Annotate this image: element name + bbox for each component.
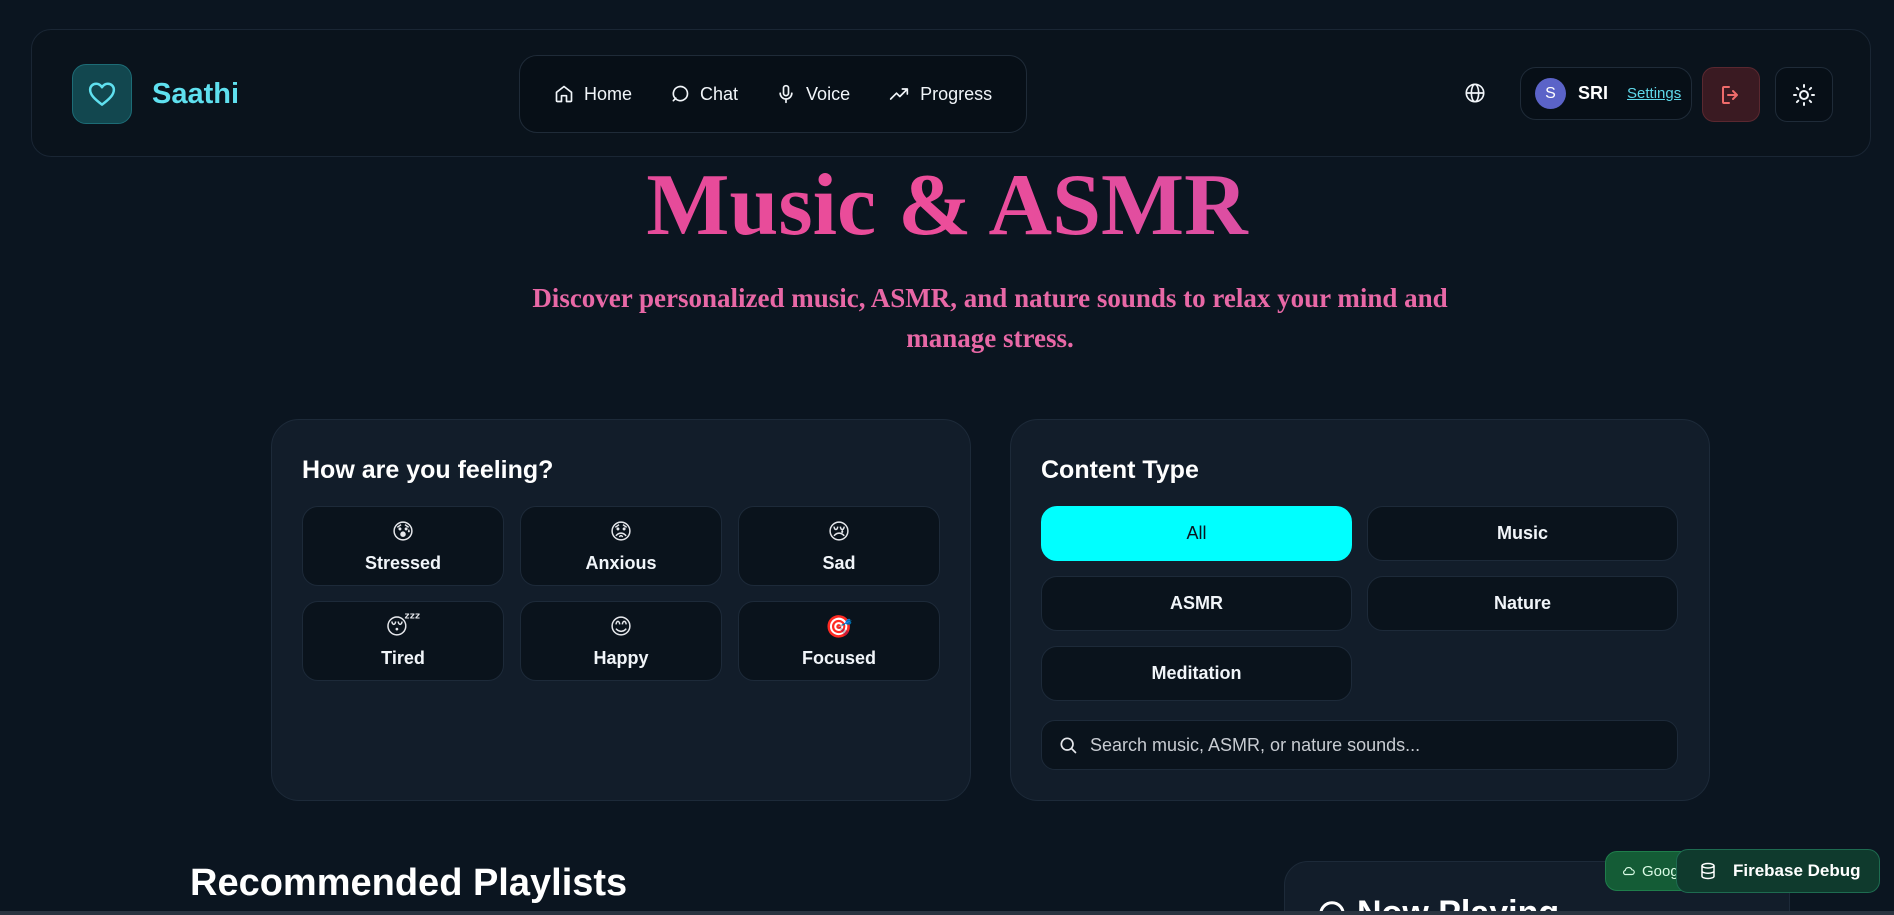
mood-label: Happy bbox=[593, 647, 649, 668]
search-input[interactable] bbox=[1090, 734, 1670, 756]
user-menu: S SRI Settings bbox=[1520, 67, 1692, 120]
search-icon bbox=[1060, 737, 1077, 754]
top-navbar: Saathi Home Chat Voice Progress S SRI Se… bbox=[31, 29, 1871, 157]
home-icon bbox=[555, 85, 573, 103]
user-name: SRI bbox=[1578, 83, 1609, 103]
theme-toggle-button[interactable] bbox=[1775, 67, 1833, 122]
mood-sad-button[interactable]: 😢 Sad bbox=[738, 506, 940, 586]
mood-title: How are you feeling? bbox=[302, 456, 554, 484]
content-type-card: Content Type All Music ASMR Nature Medit… bbox=[1010, 419, 1710, 801]
tired-emoji-icon: 😴 bbox=[385, 613, 421, 639]
content-type-options: All Music ASMR Nature Meditation bbox=[1041, 506, 1678, 701]
firebase-debug-button[interactable]: Firebase Debug bbox=[1676, 849, 1880, 893]
settings-link[interactable]: Settings bbox=[1627, 85, 1681, 102]
language-button[interactable] bbox=[1464, 82, 1488, 106]
cloud-icon bbox=[1623, 867, 1635, 876]
avatar[interactable]: S bbox=[1535, 78, 1566, 109]
sun-icon bbox=[1793, 83, 1815, 106]
logout-button[interactable] bbox=[1702, 67, 1760, 122]
mood-label: Sad bbox=[822, 552, 856, 573]
nav-progress[interactable]: Progress bbox=[888, 84, 992, 105]
mood-happy-button[interactable]: 😊 Happy bbox=[520, 601, 722, 681]
nav-voice[interactable]: Voice bbox=[776, 84, 850, 105]
nav-voice-label: Voice bbox=[806, 83, 851, 104]
mood-focused-button[interactable]: 🎯 Focused bbox=[738, 601, 940, 681]
mood-anxious-button[interactable]: 😟 Anxious bbox=[520, 506, 722, 586]
mood-tired-button[interactable]: 😴 Tired bbox=[302, 601, 504, 681]
page-title: Music & ASMR bbox=[0, 158, 1894, 254]
search-box bbox=[1041, 720, 1678, 770]
firebase-debug-label: Firebase Debug bbox=[1733, 861, 1861, 880]
mood-label: Anxious bbox=[585, 552, 657, 573]
mood-stressed-button[interactable]: 😰 Stressed bbox=[302, 506, 504, 586]
nav-chat[interactable]: Chat bbox=[670, 84, 738, 105]
mood-label: Tired bbox=[381, 647, 425, 668]
mood-label: Stressed bbox=[364, 552, 442, 573]
happy-emoji-icon: 😊 bbox=[609, 613, 633, 639]
database-icon bbox=[1701, 862, 1715, 880]
type-meditation-button[interactable]: Meditation bbox=[1041, 646, 1352, 701]
type-nature-button[interactable]: Nature bbox=[1367, 576, 1678, 631]
anxious-emoji-icon: 😟 bbox=[609, 518, 633, 544]
mic-icon bbox=[779, 84, 793, 104]
nav-home[interactable]: Home bbox=[554, 84, 632, 105]
recommended-playlists-heading: Recommended Playlists bbox=[190, 862, 628, 904]
brand[interactable]: Saathi bbox=[72, 64, 239, 124]
logo bbox=[72, 64, 132, 124]
sad-emoji-icon: 😢 bbox=[827, 518, 851, 544]
logout-icon bbox=[1722, 85, 1738, 104]
trending-up-icon bbox=[889, 88, 909, 100]
heart-icon bbox=[88, 82, 116, 106]
target-emoji-icon: 🎯 bbox=[825, 613, 853, 639]
mood-options: 😰 Stressed 😟 Anxious 😢 Sad 😴 Tired 😊 Hap… bbox=[302, 506, 940, 681]
content-type-title: Content Type bbox=[1041, 456, 1199, 484]
mood-label: Focused bbox=[801, 647, 876, 668]
app-name: Saathi bbox=[152, 77, 240, 110]
stressed-emoji-icon: 😰 bbox=[391, 518, 415, 544]
mood-card: How are you feeling? 😰 Stressed 😟 Anxiou… bbox=[271, 419, 971, 801]
page-subtitle: Discover personalized music, ASMR, and n… bbox=[532, 283, 1448, 353]
main-nav: Home Chat Voice Progress bbox=[519, 55, 1027, 133]
nav-progress-label: Progress bbox=[920, 83, 993, 104]
globe-icon bbox=[1465, 83, 1485, 103]
type-music-button[interactable]: Music bbox=[1367, 506, 1678, 561]
nav-chat-label: Chat bbox=[700, 83, 739, 104]
chat-icon bbox=[672, 85, 689, 102]
horizontal-scrollbar[interactable] bbox=[0, 911, 1894, 915]
nav-home-label: Home bbox=[584, 83, 633, 104]
type-all-button[interactable]: All bbox=[1041, 506, 1352, 561]
type-asmr-button[interactable]: ASMR bbox=[1041, 576, 1352, 631]
